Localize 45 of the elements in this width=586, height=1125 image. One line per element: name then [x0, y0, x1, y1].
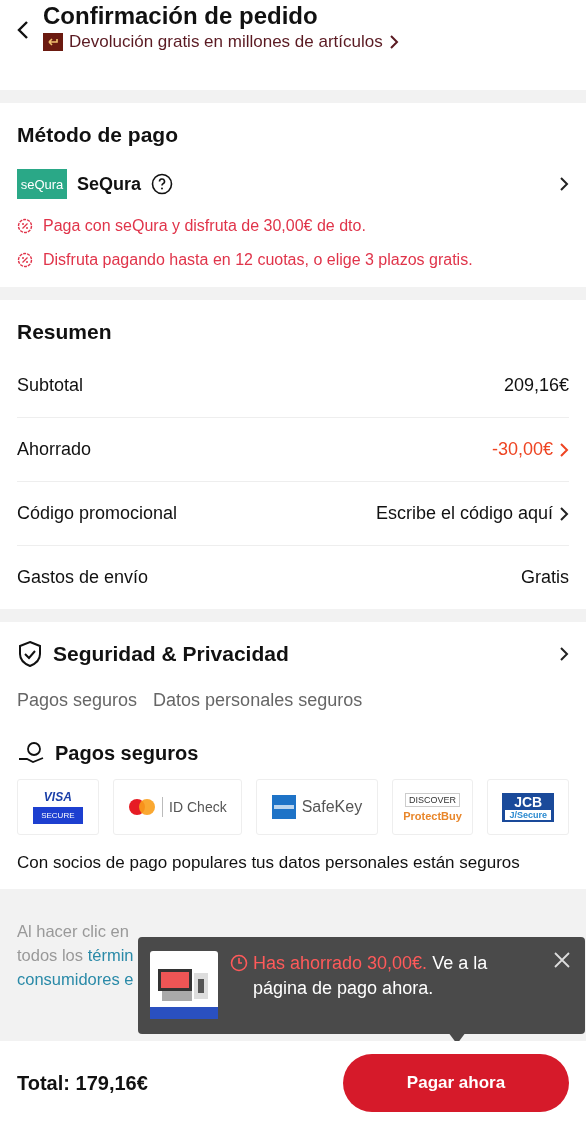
chevron-right-icon: [559, 505, 569, 522]
visa-secure-logo: VISA SECURE: [17, 779, 99, 835]
help-icon[interactable]: [151, 173, 174, 195]
promo-code-link[interactable]: Escribe el código aquí: [375, 503, 553, 524]
subsection-title: Pagos seguros: [55, 741, 199, 765]
discount-value[interactable]: -30,00€: [491, 439, 553, 460]
summary-label: Gastos de envío: [17, 567, 149, 588]
security-tab[interactable]: Datos personales seguros: [153, 690, 363, 711]
payment-method-name: SeQura: [77, 173, 142, 195]
page-title: Confirmación de pedido: [43, 2, 319, 30]
security-note: Con socios de pago populares tus datos personales están seguros: [17, 852, 521, 874]
promo-text: Disfruta pagando hasta en 12 cuotas, o elige 3 plazos gratis.: [43, 251, 473, 269]
summary-label: Ahorrado: [17, 439, 92, 460]
section-title: Seguridad & Privacidad: [53, 642, 289, 666]
amex-safekey-logo: SafeKey: [256, 779, 378, 835]
terms-link[interactable]: términ: [87, 946, 134, 964]
sequra-logo: seQura: [17, 169, 67, 199]
summary-label: Subtotal: [17, 375, 84, 396]
security-tab[interactable]: Pagos seguros: [17, 690, 138, 711]
shield-check-icon: [17, 640, 43, 668]
mastercard-id-check-logo: ID Check: [112, 779, 243, 835]
summary-value: 209,16€: [503, 375, 569, 396]
discover-protectbuy-logo: DISCOVER ProtectBuy: [391, 779, 474, 835]
back-icon[interactable]: [17, 20, 29, 40]
jcb-secure-logo: JCB J/Secure: [487, 779, 569, 835]
free-returns-link[interactable]: Devolución gratis en millones de artículos: [69, 32, 383, 52]
chevron-right-icon: [388, 34, 399, 50]
summary-label: Código promocional: [17, 503, 178, 524]
toast-message: Has ahorrado 30,00€. Ve a la página de pago ahora.: [253, 952, 489, 1000]
chevron-right-icon: [559, 176, 569, 192]
promo-text: Paga con seQura y disfruta de 30,00€ de dto.: [43, 217, 366, 235]
summary-value: Gratis: [521, 567, 569, 588]
legal-text: Al hacer clic en: [17, 922, 129, 940]
chevron-right-icon: [559, 441, 569, 458]
section-title: Resumen: [17, 319, 113, 345]
discount-icon: [17, 218, 33, 234]
clock-icon: [230, 954, 248, 972]
chevron-right-icon: [559, 646, 569, 662]
return-icon: [43, 33, 63, 51]
discount-icon: [17, 252, 33, 268]
order-total: Total: 179,16€: [17, 1071, 148, 1095]
pay-now-button[interactable]: Pagar ahora: [343, 1054, 569, 1112]
section-title: Método de pago: [17, 122, 179, 148]
terms-link[interactable]: consumidores e: [17, 970, 134, 988]
legal-text: todos los: [17, 946, 85, 964]
